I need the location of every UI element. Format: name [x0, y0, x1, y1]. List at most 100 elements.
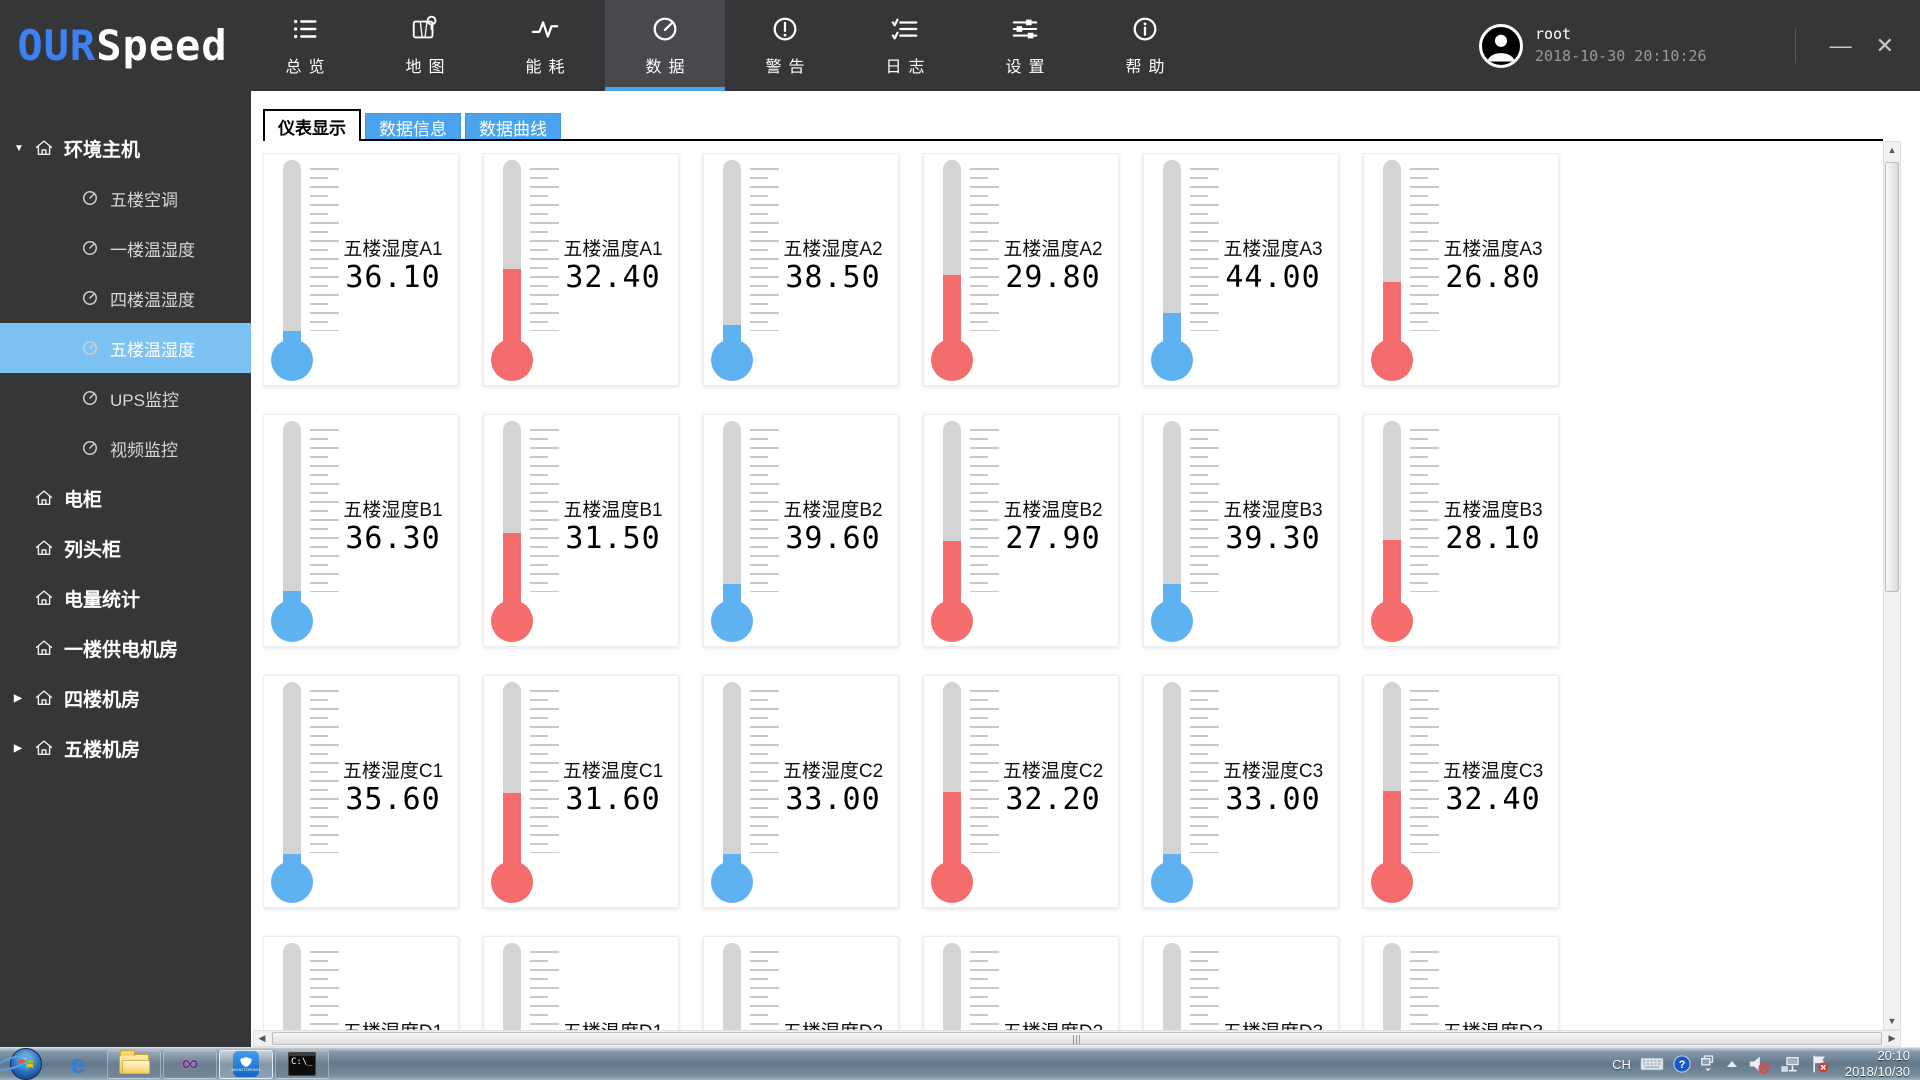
sidebar-item-10[interactable]: 一楼供电机房	[0, 623, 251, 673]
scroll-right-arrow[interactable]: ▶	[1884, 1034, 1900, 1043]
network-icon[interactable]	[1779, 1054, 1801, 1074]
logo-part1: OUR	[17, 21, 97, 70]
sidebar-item-12[interactable]: ▶ 五楼机房	[0, 723, 251, 773]
muted-speaker-icon[interactable]	[1748, 1054, 1770, 1074]
gauge-card: 五楼温度D3	[1363, 936, 1559, 1030]
keyboard-icon[interactable]	[1640, 1056, 1664, 1072]
thermometer-tube	[723, 160, 741, 344]
thermometer-tube	[1163, 682, 1181, 866]
sidebar-item-label: 四楼温湿度	[110, 290, 195, 310]
sidebar-item-7[interactable]: 电柜	[0, 473, 251, 523]
windows-taskbar: e ∞ MONITORING C:\_ CH ? 20:10 2018/10/3…	[0, 1047, 1920, 1080]
log-icon	[890, 14, 920, 44]
gauge-card: 五楼湿度A1 36.10	[263, 153, 459, 386]
sidebar-item-3[interactable]: 四楼温湿度	[0, 273, 251, 323]
horizontal-scroll-thumb[interactable]	[272, 1032, 1882, 1045]
nav-item-7[interactable]: 帮助	[1085, 0, 1205, 91]
command-prompt-icon[interactable]: C:\_	[275, 1049, 329, 1079]
gauge-label: 五楼湿度C3	[1222, 761, 1324, 782]
show-hidden-icons-chevron-icon[interactable]	[1725, 1059, 1739, 1069]
gauge-label: 五楼温度A2	[1003, 239, 1103, 260]
scroll-left-arrow[interactable]: ◀	[254, 1034, 270, 1043]
gauge-icon	[80, 188, 100, 208]
nav-item-4[interactable]: 警告	[725, 0, 845, 91]
thermometer-tube	[1383, 160, 1401, 344]
tray-time: 20:10	[1877, 1047, 1910, 1063]
thermometer-ticks-short	[1410, 438, 1428, 592]
gauge-card: 五楼湿度D1	[263, 936, 459, 1030]
gauge-card: 五楼温度C2 32.20	[923, 675, 1119, 908]
sidebar-item-label: 五楼空调	[110, 190, 178, 210]
nav-item-5[interactable]: 日志	[845, 0, 965, 91]
nav-item-2[interactable]: 能耗	[485, 0, 605, 91]
gauge-value: 31.60	[565, 782, 661, 817]
sidebar-item-8[interactable]: 列头柜	[0, 523, 251, 573]
sidebar-item-6[interactable]: 视频监控	[0, 423, 251, 473]
sidebar-item-5[interactable]: UPS监控	[0, 373, 251, 423]
sidebar-item-9[interactable]: 电量统计	[0, 573, 251, 623]
sidebar-item-4[interactable]: 五楼温湿度	[0, 323, 251, 373]
home-icon	[34, 538, 54, 558]
minimize-button[interactable]: —	[1818, 29, 1864, 63]
monitoring-shield-icon[interactable]: MONITORING	[219, 1049, 273, 1079]
sidebar-item-label: 五楼温湿度	[110, 340, 195, 360]
tab-1[interactable]: 数据信息	[365, 113, 461, 141]
gauge-card: 五楼温度B2 27.90	[923, 414, 1119, 647]
thermometer-bulb	[1151, 861, 1193, 903]
language-indicator[interactable]: CH	[1612, 1057, 1631, 1072]
user-name: root	[1534, 24, 1572, 43]
thermometer-tube	[943, 160, 961, 344]
help-circle-icon[interactable]: ?	[1673, 1055, 1691, 1073]
gauge-card: 五楼湿度D3	[1143, 936, 1339, 1030]
thermometer-tube	[943, 682, 961, 866]
action-center-flag-icon[interactable]	[1810, 1054, 1830, 1074]
gauge-card: 五楼湿度C2 33.00	[703, 675, 899, 908]
tray-clock[interactable]: 20:10 2018/10/30	[1845, 1048, 1910, 1080]
thermometer-tube	[1163, 943, 1181, 1030]
internet-explorer-icon[interactable]: e	[0, 1050, 105, 1079]
tab-label: 仪表显示	[278, 118, 346, 138]
shield-icon: MONITORING	[231, 1051, 261, 1077]
vertical-scroll-thumb[interactable]	[1885, 162, 1899, 592]
thermometer-ticks-short	[750, 960, 768, 1030]
thermometer-ticks-short	[970, 438, 988, 592]
gauge-label: 五楼湿度B2	[783, 500, 883, 521]
scroll-down-arrow[interactable]: ▼	[1884, 1013, 1900, 1029]
thermometer-bulb	[491, 861, 533, 903]
visual-studio-icon[interactable]: ∞	[163, 1049, 217, 1079]
horizontal-scrollbar[interactable]: ◀ ▶	[253, 1030, 1901, 1047]
sidebar-item-2[interactable]: 一楼温湿度	[0, 223, 251, 273]
tab-2[interactable]: 数据曲线	[465, 113, 561, 141]
sidebar-item-1[interactable]: 五楼空调	[0, 173, 251, 223]
thermometer-ticks-short	[750, 699, 768, 853]
nav-item-1[interactable]: 地图	[365, 0, 485, 91]
gauge-label: 五楼温度B2	[1003, 500, 1103, 521]
home-icon	[34, 738, 54, 758]
overview-list-icon	[290, 14, 320, 44]
thermometer-ticks-short	[970, 699, 988, 853]
window-controls-divider	[1794, 28, 1796, 63]
thermometer-bulb	[711, 600, 753, 642]
gauge-icon	[80, 288, 100, 308]
sidebar-item-11[interactable]: ▶ 四楼机房	[0, 673, 251, 723]
expander-collapsed-icon: ▶	[14, 692, 22, 704]
gauge-label: 五楼湿度A1	[343, 239, 443, 260]
user-avatar-icon[interactable]	[1478, 23, 1523, 68]
sidebar-item-0[interactable]: ▼ 环境主机	[0, 123, 251, 173]
gauge-label: 五楼温度C2	[1002, 761, 1104, 782]
file-explorer-icon[interactable]	[107, 1049, 161, 1079]
tab-label: 数据信息	[379, 119, 447, 139]
nav-item-6[interactable]: 设置	[965, 0, 1085, 91]
gauge-card: 五楼温度A3 26.80	[1363, 153, 1559, 386]
gauge-icon	[80, 388, 100, 408]
sidebar: ▼ 环境主机五楼空调一楼温湿度四楼温湿度五楼温湿度 UPS监控 视频监控 电柜 列头柜 电量…	[0, 91, 251, 1047]
close-button[interactable]: ✕	[1864, 29, 1906, 63]
scroll-up-arrow[interactable]: ▲	[1884, 142, 1900, 158]
user-info: root 2018-10-30 20:10:26	[1535, 24, 1707, 68]
monitoring-label: MONITORING	[231, 1066, 261, 1072]
vertical-scrollbar[interactable]: ▲ ▼	[1883, 141, 1901, 1030]
tab-0[interactable]: 仪表显示	[263, 109, 361, 141]
nav-item-0[interactable]: 总览	[245, 0, 365, 91]
restore-window-icon[interactable]	[1700, 1055, 1716, 1073]
nav-item-3[interactable]: 数据	[605, 0, 725, 91]
